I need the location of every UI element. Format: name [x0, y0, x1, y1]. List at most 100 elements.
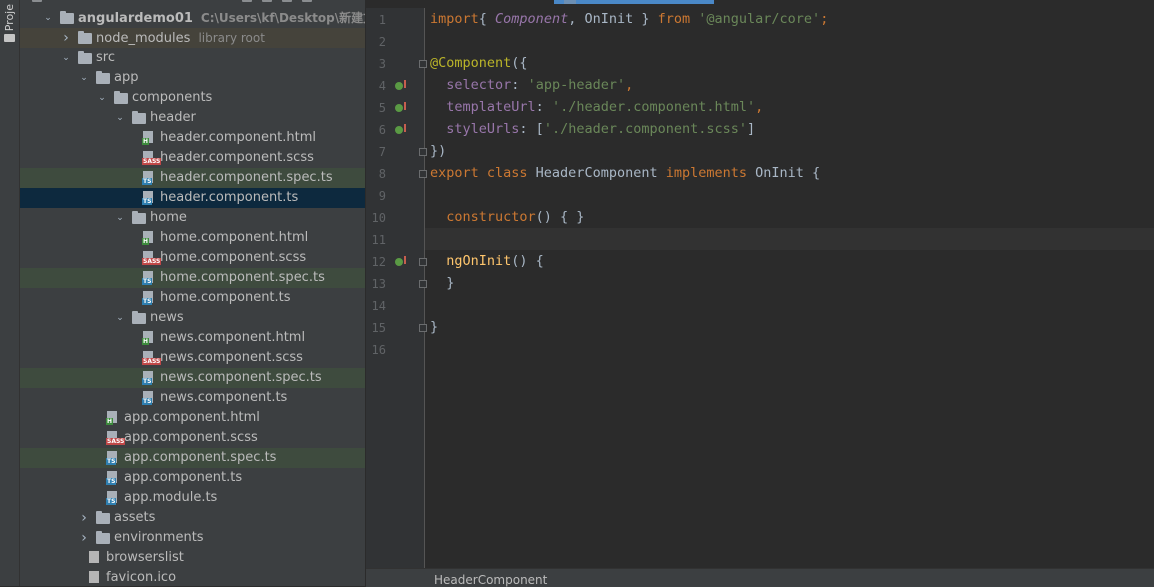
ts-file-icon: TS — [106, 471, 120, 485]
code-token: () { — [511, 253, 544, 269]
code-line[interactable] — [425, 228, 1154, 250]
tree-item-label: node_modules library root — [96, 28, 265, 49]
code-token: import — [430, 11, 479, 27]
tree-folder[interactable]: ⌄ angulardemo01 C:\Users\kf\Desktop\新建文件夹\… — [20, 8, 365, 28]
tree-item-name: app.module.ts — [124, 490, 218, 505]
breadcrumb-item[interactable]: HeaderComponent — [434, 573, 547, 587]
tree-folder[interactable]: ⌄ components — [20, 88, 365, 108]
code-line[interactable]: }) — [425, 140, 1154, 162]
chevron-down-icon[interactable]: ⌄ — [114, 308, 126, 328]
code-line[interactable]: constructor() { } — [425, 206, 1154, 228]
code-line[interactable] — [425, 294, 1154, 316]
code-line[interactable]: styleUrls: ['./header.component.scss'] — [425, 118, 1154, 140]
dropdown-icon[interactable] — [32, 0, 42, 2]
tree-file[interactable]: Hnews.component.html — [20, 328, 365, 348]
code-token: , — [755, 99, 764, 115]
tree-file[interactable]: Hheader.component.html — [20, 128, 365, 148]
code-token: implements — [665, 165, 756, 181]
tree-file[interactable]: TS news.component.ts — [20, 388, 365, 408]
tree-file[interactable]: TS home.component.spec.ts — [20, 268, 365, 288]
tree-folder[interactable]: › environments — [20, 528, 365, 548]
html-file-icon: H — [142, 231, 156, 245]
code-line[interactable] — [425, 184, 1154, 206]
tree-item-name: app.component.scss — [124, 430, 258, 445]
tree-item-name: news.component.ts — [160, 390, 288, 405]
tree-file[interactable]: TS news.component.spec.ts — [20, 368, 365, 388]
code-area[interactable]: import{ Component, OnInit } from '@angul… — [425, 8, 1154, 360]
tree-file[interactable]: TS app.component.spec.ts — [20, 448, 365, 468]
code-token: , — [625, 77, 634, 93]
expand-icon[interactable] — [282, 0, 292, 2]
tree-file[interactable]: browserslist — [20, 548, 365, 568]
code-line[interactable] — [425, 338, 1154, 360]
implements-marker-icon[interactable] — [395, 124, 406, 134]
tree-file[interactable]: Hhome.component.html — [20, 228, 365, 248]
code-line[interactable]: export class HeaderComponent implements … — [425, 162, 1154, 184]
target-icon[interactable] — [262, 0, 272, 2]
tree-item-label: app.component.ts — [124, 468, 242, 488]
chevron-down-icon[interactable]: ⌄ — [78, 68, 90, 88]
project-tool-tab[interactable]: Proje — [3, 4, 16, 31]
tree-folder[interactable]: ⌄ header — [20, 108, 365, 128]
code-token: , OnInit } — [568, 11, 658, 27]
code-token: () { } — [535, 209, 585, 225]
implements-marker-icon[interactable] — [395, 256, 406, 266]
tree-file[interactable]: TS header.component.spec.ts — [20, 168, 365, 188]
chevron-down-icon[interactable]: ⌄ — [114, 108, 126, 128]
code-line[interactable]: @Component({ — [425, 52, 1154, 74]
chevron-right-icon[interactable]: › — [78, 528, 90, 548]
tree-item-name: favicon.ico — [106, 570, 177, 585]
implements-marker-icon[interactable] — [395, 80, 406, 90]
code-line[interactable] — [425, 30, 1154, 52]
code-line[interactable]: templateUrl: './header.component.html', — [425, 96, 1154, 118]
tree-item-label: home.component.ts — [160, 288, 291, 308]
chevron-down-icon[interactable]: ⌄ — [114, 208, 126, 228]
tree-file[interactable]: TS header.component.ts — [20, 188, 365, 208]
tree-folder[interactable]: ⌄ news — [20, 308, 365, 328]
chevron-right-icon[interactable]: › — [60, 28, 72, 48]
editor-gutter: 1 2 3 4 5 6 7 8 9 10 11 12 13 14 15 16 — [366, 8, 427, 568]
tree-item-name: components — [132, 90, 213, 105]
tree-file[interactable]: TS home.component.ts — [20, 288, 365, 308]
folder-icon — [96, 511, 110, 524]
tree-folder[interactable]: ⌄ app — [20, 68, 365, 88]
gear-icon[interactable] — [302, 0, 312, 2]
code-line[interactable]: ngOnInit() { — [425, 250, 1154, 272]
code-token: from — [657, 11, 691, 27]
scss-file-icon: SASS — [106, 431, 126, 445]
tree-file[interactable]: SASS home.component.scss — [20, 248, 365, 268]
tree-file[interactable]: SASS app.component.scss — [20, 428, 365, 448]
line-number: 6 — [378, 123, 386, 137]
tree-file[interactable]: favicon.ico — [20, 568, 365, 586]
code-line[interactable]: selector: 'app-header', — [425, 74, 1154, 96]
chevron-down-icon[interactable]: ⌄ — [60, 48, 72, 68]
tree-item-name: app — [114, 70, 139, 85]
active-tab-indicator[interactable] — [554, 0, 714, 4]
code-line[interactable]: } — [425, 272, 1154, 294]
chevron-right-icon[interactable]: › — [78, 508, 90, 528]
chevron-down-icon[interactable]: ⌄ — [42, 8, 54, 28]
tree-file[interactable]: SASS header.component.scss — [20, 148, 365, 168]
tree-file[interactable]: TS app.module.ts — [20, 488, 365, 508]
code-token: ngOnInit — [446, 253, 512, 269]
tree-folder[interactable]: ⌄ src — [20, 48, 365, 68]
tree-item-name: home.component.spec.ts — [160, 270, 325, 285]
implements-marker-icon[interactable] — [395, 102, 406, 112]
project-tree: ⌄ angulardemo01 C:\Users\kf\Desktop\新建文件夹\… — [20, 8, 365, 586]
tree-item-label: environments — [114, 528, 204, 548]
tool-window-strip: Proje — [0, 0, 20, 586]
tree-file[interactable]: Happ.component.html — [20, 408, 365, 428]
code-token: ({ — [511, 55, 528, 71]
collapse-icon[interactable] — [242, 0, 252, 2]
tree-file[interactable]: SASS news.component.scss — [20, 348, 365, 368]
chevron-down-icon[interactable]: ⌄ — [96, 88, 108, 108]
tree-file[interactable]: TS app.component.ts — [20, 468, 365, 488]
tree-folder[interactable]: › assets — [20, 508, 365, 528]
line-number: 13 — [371, 277, 386, 291]
tree-folder[interactable]: ⌄ home — [20, 208, 365, 228]
tree-folder[interactable]: › node_modules library root — [20, 28, 365, 48]
code-line[interactable]: import{ Component, OnInit } from '@angul… — [425, 8, 1154, 30]
code-line[interactable]: } — [425, 316, 1154, 338]
ts-file-icon: TS — [142, 291, 156, 305]
